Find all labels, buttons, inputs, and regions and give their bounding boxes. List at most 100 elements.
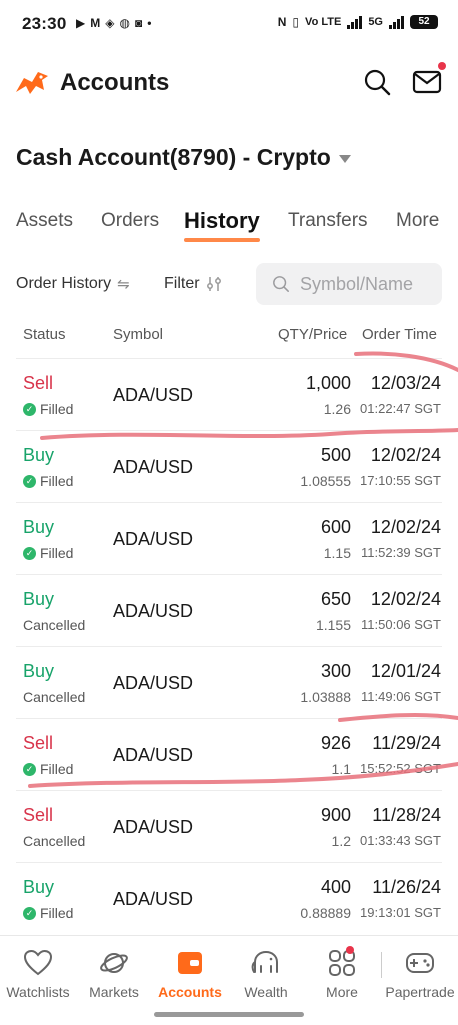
nav-wealth-label: Wealth (244, 984, 288, 1000)
order-price: 1.1 (331, 761, 351, 777)
order-price: 1.26 (323, 401, 351, 417)
order-status: ✓ Filled (23, 545, 73, 561)
system-icons: N ▯ Vo LTE 5G 52 (278, 15, 438, 29)
order-symbol: ADA/USD (113, 601, 194, 621)
order-time: 11:49:06 SGT (361, 689, 441, 704)
order-qty: 926 (320, 733, 351, 753)
order-row[interactable]: Sell Cancelled ADA/USD 900 1.2 11/28/24 … (16, 790, 442, 863)
order-date: 11/28/24 (372, 805, 441, 825)
order-row[interactable]: Buy Cancelled ADA/USD 300 1.03888 12/01/… (16, 646, 442, 719)
order-time: 19:13:01 SGT (360, 905, 441, 920)
unread-badge (438, 62, 446, 70)
column-headers: Status Symbol QTY/Price Order Time (0, 326, 458, 346)
column-symbol: Symbol (113, 326, 164, 343)
status-time: 23:30 (22, 14, 67, 33)
order-side: Sell (23, 373, 54, 393)
caret-down-icon (338, 154, 351, 163)
order-price: 1.2 (331, 833, 351, 849)
order-qty: 1,000 (305, 373, 351, 393)
check-icon: ✓ (23, 546, 36, 560)
column-order-time: Order Time (362, 326, 438, 343)
order-date: 12/01/24 (370, 661, 441, 681)
order-row[interactable]: Sell ✓ Filled ADA/USD 926 1.1 11/29/24 15… (16, 718, 442, 791)
nav-markets-label: Markets (89, 984, 139, 1000)
order-symbol: ADA/USD (113, 817, 194, 837)
page-title: Accounts (60, 69, 170, 96)
more-badge (346, 946, 354, 954)
order-time: 17:10:55 SGT (360, 473, 441, 488)
nav-watchlists[interactable]: Watchlists (0, 948, 76, 1000)
order-side: Buy (23, 877, 55, 897)
messages-button[interactable] (412, 62, 446, 96)
nav-watchlists-label: Watchlists (6, 984, 70, 1000)
youtube-icon: ▶ (76, 16, 86, 30)
nav-papertrade[interactable]: Papertrade (382, 948, 458, 1000)
order-price: 1.08555 (300, 473, 351, 489)
order-status-label: Filled (40, 905, 74, 921)
battery-icon: 52 (410, 15, 438, 29)
order-qty: 900 (320, 805, 351, 825)
nav-more[interactable]: More (304, 946, 380, 1000)
order-row[interactable]: Buy ✓ Filled ADA/USD 400 0.88889 11/26/24… (16, 862, 442, 935)
bull-logo-icon (16, 72, 48, 94)
order-status: Cancelled (23, 617, 85, 633)
nav-wealth[interactable]: Wealth (228, 948, 304, 1000)
tab-orders[interactable]: Orders (101, 210, 159, 232)
tab-history[interactable]: History (184, 208, 260, 242)
order-row[interactable]: Buy Cancelled ADA/USD 650 1.155 12/02/24… (16, 574, 442, 647)
order-date: 12/02/24 (370, 517, 441, 537)
order-status-label: Cancelled (23, 833, 86, 849)
notification-icons: ▶ M ◈ ◍ ◙ • (76, 16, 151, 30)
tab-history-label: History (184, 208, 260, 233)
order-price: 0.88889 (300, 905, 351, 921)
bottom-nav: Watchlists Markets Accounts Wealth More (0, 935, 458, 1025)
tab-transfers[interactable]: Transfers (288, 210, 368, 232)
order-time: 11:52:39 SGT (361, 545, 441, 560)
gamepad-icon (406, 953, 434, 973)
planet-icon (100, 953, 128, 973)
symbol-search[interactable] (256, 263, 442, 305)
order-price: 1.15 (323, 545, 351, 561)
order-time: 01:33:43 SGT (360, 833, 441, 848)
gmail-icon: M (90, 16, 101, 30)
order-status-label: Cancelled (23, 689, 86, 705)
order-time: 01:22:47 SGT (360, 401, 441, 416)
nav-markets[interactable]: Markets (76, 948, 152, 1000)
wallet-icon (178, 952, 202, 974)
app-icon: ◙ (134, 16, 143, 30)
net-type-label: 5G (368, 16, 383, 28)
search-icon[interactable] (362, 67, 392, 97)
nav-accounts[interactable]: Accounts (152, 948, 228, 1000)
order-status-label: Filled (40, 545, 74, 561)
tab-assets[interactable]: Assets (16, 210, 73, 232)
order-history-toggle[interactable]: Order History ⇋ (16, 275, 130, 293)
order-status-label: Filled (40, 401, 74, 417)
order-status-label: Filled (40, 761, 74, 777)
signal-icon (347, 15, 363, 29)
order-status: ✓ Filled (23, 401, 73, 417)
tab-more[interactable]: More (396, 210, 439, 232)
app-icon: ◍ (119, 16, 130, 30)
order-status: ✓ Filled (23, 761, 73, 777)
account-tabs: Assets Orders History Transfers More (16, 206, 458, 246)
order-row[interactable]: Buy ✓ Filled ADA/USD 600 1.15 12/02/24 11… (16, 502, 442, 575)
vibrate-icon: ▯ (292, 15, 300, 29)
nfc-icon: N (277, 15, 287, 29)
nav-accounts-label: Accounts (158, 984, 222, 1000)
order-side: Buy (23, 589, 55, 609)
account-selector[interactable]: Cash Account(8790) - Crypto (16, 144, 351, 171)
order-qty: 400 (320, 877, 351, 897)
order-symbol: ADA/USD (113, 745, 194, 765)
check-icon: ✓ (23, 906, 36, 920)
search-input[interactable] (298, 272, 442, 296)
order-status: ✓ Filled (23, 905, 73, 921)
order-status: ✓ Filled (23, 473, 73, 489)
order-row[interactable]: Buy ✓ Filled ADA/USD 500 1.08555 12/02/24… (16, 430, 442, 503)
filter-button[interactable]: Filter (164, 275, 222, 293)
order-status: Cancelled (23, 689, 85, 705)
order-row[interactable]: Sell ✓ Filled ADA/USD 1,000 1.26 12/03/24… (16, 358, 442, 431)
order-history-label: Order History (16, 275, 112, 292)
home-indicator (154, 1012, 304, 1017)
sliders-icon (206, 277, 221, 291)
order-date: 11/26/24 (372, 877, 441, 897)
